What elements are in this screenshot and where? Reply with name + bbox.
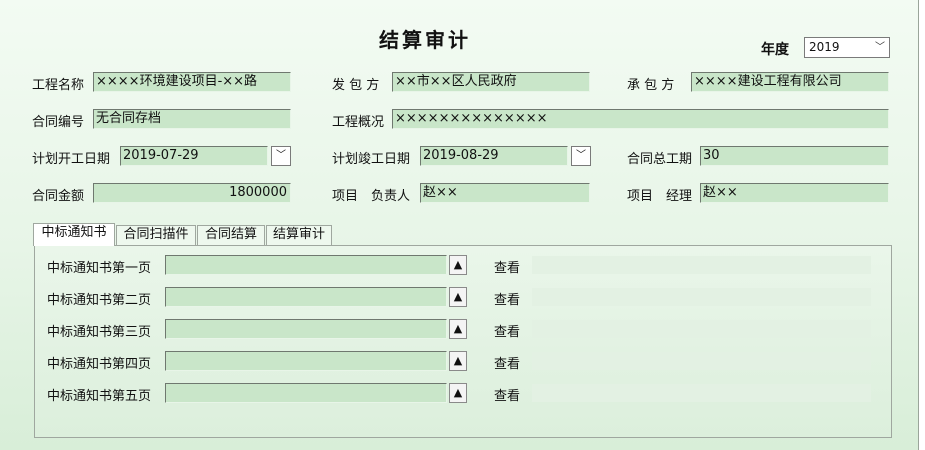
start-date-label: 计划开工日期 <box>32 152 111 167</box>
row-label: 中标通知书第四页 <box>47 357 152 372</box>
window-right-edge <box>918 0 925 450</box>
file-path-field[interactable] <box>165 383 447 403</box>
year-select[interactable]: 2019 ﹀ <box>804 37 890 58</box>
end-date-field[interactable]: 2019-08-29 <box>420 146 568 166</box>
file-preview-bar <box>532 320 871 338</box>
project-name-field[interactable]: ××××环境建设项目-××路 <box>93 72 291 92</box>
contractor-label: 承 包 方 <box>627 78 675 93</box>
chevron-down-icon: ﹀ <box>276 150 286 161</box>
tab-settlement-audit[interactable]: 结算审计 <box>266 225 332 245</box>
chevron-down-icon: ﹀ <box>875 42 885 53</box>
tab-contract-settlement[interactable]: 合同结算 <box>197 225 265 245</box>
view-link[interactable]: 查看 <box>494 353 520 372</box>
project-name-label: 工程名称 <box>32 78 85 93</box>
triangle-up-icon: ▲ <box>453 386 463 399</box>
upload-button[interactable]: ▲ <box>449 255 467 275</box>
file-preview-bar <box>532 384 871 402</box>
duration-label: 合同总工期 <box>627 152 693 167</box>
amount-field[interactable]: 1800000 <box>93 183 291 203</box>
view-link[interactable]: 查看 <box>494 289 520 308</box>
client-field[interactable]: ××市××区人民政府 <box>392 72 590 92</box>
year-label: 年度 <box>761 42 789 58</box>
tab-contract-scan[interactable]: 合同扫描件 <box>116 225 196 245</box>
year-value: 2019 <box>809 40 840 54</box>
client-label: 发 包 方 <box>332 78 380 93</box>
owner-label: 项目 负责人 <box>332 189 411 204</box>
manager-label: 项目 经理 <box>627 189 693 204</box>
file-preview-bar <box>532 256 871 274</box>
triangle-up-icon: ▲ <box>453 258 463 271</box>
contractor-field[interactable]: ××××建设工程有限公司 <box>691 72 889 92</box>
owner-field[interactable]: 赵×× <box>420 183 590 203</box>
tab-bid-notice[interactable]: 中标通知书 <box>33 223 115 246</box>
upload-button[interactable]: ▲ <box>449 351 467 371</box>
amount-label: 合同金额 <box>32 189 85 204</box>
row-label: 中标通知书第三页 <box>47 325 152 340</box>
start-date-field[interactable]: 2019-07-29 <box>120 146 268 166</box>
view-link[interactable]: 查看 <box>494 321 520 340</box>
file-preview-bar <box>532 352 871 370</box>
end-date-dropdown-button[interactable]: ﹀ <box>571 146 591 166</box>
upload-button[interactable]: ▲ <box>449 287 467 307</box>
view-link[interactable]: 查看 <box>494 385 520 404</box>
overview-label: 工程概况 <box>332 115 385 130</box>
triangle-up-icon: ▲ <box>453 322 463 335</box>
page-title: 结算审计 <box>379 28 471 52</box>
duration-field[interactable]: 30 <box>700 146 889 166</box>
tab-panel-bid-notice: 中标通知书第一页 ▲ 查看 中标通知书第二页 ▲ 查看 中标通知书第三页 ▲ 查… <box>34 245 892 438</box>
row-label: 中标通知书第一页 <box>47 261 152 276</box>
row-label: 中标通知书第二页 <box>47 293 152 308</box>
triangle-up-icon: ▲ <box>453 290 463 303</box>
file-path-field[interactable] <box>165 255 447 275</box>
start-date-dropdown-button[interactable]: ﹀ <box>271 146 291 166</box>
file-path-field[interactable] <box>165 319 447 339</box>
upload-button[interactable]: ▲ <box>449 319 467 339</box>
view-link[interactable]: 查看 <box>494 257 520 276</box>
manager-field[interactable]: 赵×× <box>700 183 889 203</box>
triangle-up-icon: ▲ <box>453 354 463 367</box>
chevron-down-icon: ﹀ <box>576 150 586 161</box>
end-date-label: 计划竣工日期 <box>332 152 411 167</box>
contract-no-label: 合同编号 <box>32 115 85 130</box>
file-path-field[interactable] <box>165 351 447 371</box>
file-path-field[interactable] <box>165 287 447 307</box>
contract-no-field[interactable]: 无合同存档 <box>93 109 291 129</box>
row-label: 中标通知书第五页 <box>47 389 152 404</box>
file-preview-bar <box>532 288 871 306</box>
upload-button[interactable]: ▲ <box>449 383 467 403</box>
overview-field[interactable]: ×××××××××××××× <box>392 109 889 129</box>
